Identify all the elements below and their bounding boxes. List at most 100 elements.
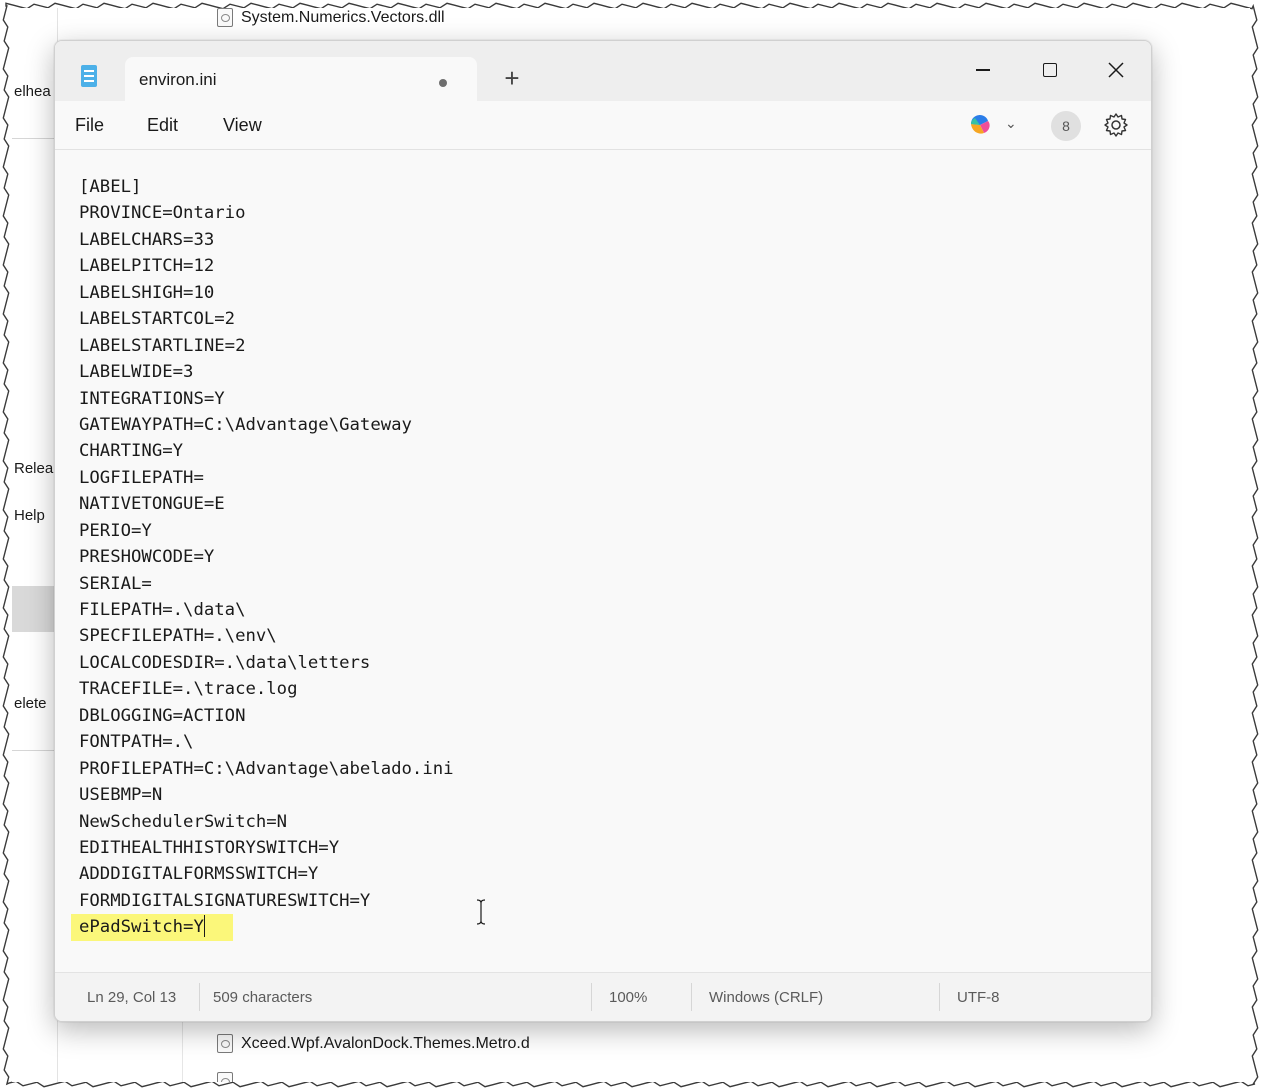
editor-line[interactable]: FONTPATH=.\ <box>79 729 454 755</box>
editor-line[interactable]: GATEWAYPATH=C:\Advantage\Gateway <box>79 412 454 438</box>
editor-line[interactable]: LABELCHARS=33 <box>79 227 454 253</box>
maximize-button[interactable] <box>1027 49 1073 91</box>
zoom-level[interactable]: 100% <box>609 989 647 1006</box>
line-text: SERIAL= <box>79 573 152 594</box>
line-text: [ABEL] <box>79 177 142 197</box>
editor-line[interactable]: NewSchedulerSwitch=N <box>79 809 454 835</box>
editor-line[interactable]: LABELSTARTCOL=2 <box>79 306 454 332</box>
dll-file-icon <box>217 1072 233 1082</box>
file-row[interactable] <box>217 1072 233 1082</box>
copilot-icon[interactable] <box>967 113 993 135</box>
close-button[interactable] <box>1093 49 1139 91</box>
line-text: NATIVETONGUE=E <box>79 494 225 515</box>
minimize-icon <box>976 69 990 71</box>
line-text: NewSchedulerSwitch=N <box>79 811 288 832</box>
editor-line[interactable]: EDITHEALTHHISTORYSWITCH=Y <box>79 835 454 861</box>
file-name: System.Numerics.Vectors.dll <box>241 8 445 26</box>
menu-bar: File Edit View ⌄ 8 <box>55 101 1151 150</box>
chevron-down-icon[interactable]: ⌄ <box>1005 115 1017 132</box>
encoding[interactable]: UTF-8 <box>957 989 1000 1006</box>
minimize-button[interactable] <box>959 49 1005 91</box>
editor-line[interactable]: LABELSTARTLINE=2 <box>79 333 454 359</box>
dll-file-icon <box>217 8 233 27</box>
settings-gear-icon[interactable] <box>1103 112 1129 138</box>
line-text: INTEGRATIONS=Y <box>79 388 225 409</box>
editor-line[interactable]: [ABEL] <box>79 174 454 200</box>
highlighted-line: ePadSwitch=Y <box>71 914 234 941</box>
status-separator <box>591 983 592 1011</box>
close-icon <box>1108 62 1124 78</box>
status-separator <box>691 983 692 1011</box>
line-text: LABELSTARTLINE=2 <box>79 335 246 356</box>
line-text: CHARTING=Y <box>79 441 184 462</box>
line-text: DBLOGGING=ACTION <box>79 705 246 726</box>
cursor-position[interactable]: Ln 29, Col 13 <box>87 989 176 1006</box>
line-text: USEBMP=N <box>79 785 163 806</box>
line-text: PROVINCE=Ontario <box>79 203 246 224</box>
text-editor[interactable]: [ABEL] PROVINCE=Ontario LABELCHARS=33 LABEL… <box>55 150 1151 973</box>
line-text: FORMDIGITALSIGNATURESWITCH=Y <box>79 890 371 911</box>
editor-line[interactable]: ADDDIGITALFORMSSWITCH=Y <box>79 861 454 887</box>
dll-file-icon <box>217 1034 233 1053</box>
editor-line[interactable]: PERIO=Y <box>79 518 454 544</box>
tab-title: environ.ini <box>139 70 217 89</box>
editor-line[interactable]: LABELSHIGH=10 <box>79 280 454 306</box>
editor-line[interactable]: ePadSwitch=Y <box>71 914 454 941</box>
file-row[interactable]: Xceed.Wpf.AvalonDock.Themes.Metro.d <box>217 1034 530 1053</box>
line-text: PERIO=Y <box>79 520 152 541</box>
line-text: LABELSHIGH=10 <box>79 282 215 303</box>
editor-line[interactable]: SERIAL= <box>79 571 454 597</box>
nav-label[interactable]: Help <box>14 507 45 524</box>
line-text: GATEWAYPATH=C:\Advantage\Gateway <box>79 414 412 435</box>
editor-line[interactable]: LOCALCODESDIR=.\data\letters <box>79 650 454 676</box>
menu-file[interactable]: File <box>75 115 104 136</box>
editor-line[interactable]: USEBMP=N <box>79 782 454 808</box>
editor-line[interactable]: FORMDIGITALSIGNATURESWITCH=Y <box>79 888 454 914</box>
menu-view[interactable]: View <box>223 115 262 136</box>
menu-edit[interactable]: Edit <box>147 115 178 136</box>
editor-line[interactable]: FILEPATH=.\data\ <box>79 597 454 623</box>
new-tab-button[interactable]: + <box>495 61 529 95</box>
divider <box>12 138 57 139</box>
nav-selected-item[interactable] <box>12 586 57 632</box>
line-text: SPECFILEPATH=.\env\ <box>79 626 277 647</box>
editor-content[interactable]: [ABEL] PROVINCE=Ontario LABELCHARS=33 LABEL… <box>71 174 454 941</box>
nav-label[interactable]: Relea <box>14 460 53 477</box>
line-text: FONTPATH=.\ <box>79 732 194 753</box>
editor-line[interactable]: LABELWIDE=3 <box>79 359 454 385</box>
notepad-app-icon <box>81 65 97 87</box>
tab-environ-ini[interactable]: environ.ini <box>125 57 477 103</box>
character-count: 509 characters <box>213 989 313 1006</box>
line-text: ADDDIGITALFORMSSWITCH=Y <box>79 864 319 885</box>
editor-line[interactable]: DBLOGGING=ACTION <box>79 703 454 729</box>
line-text: PROFILEPATH=C:\Advantage\abelado.ini <box>79 758 454 779</box>
editor-line[interactable]: LOGFILEPATH= <box>79 465 454 491</box>
nav-label[interactable]: elete <box>14 695 47 712</box>
unsaved-dot-icon[interactable] <box>439 79 447 87</box>
status-separator <box>939 983 940 1011</box>
explorer-nav-pane: elhea Relea Help elete <box>12 8 58 1082</box>
editor-line[interactable]: TRACEFILE=.\trace.log <box>79 676 454 702</box>
line-text: LABELWIDE=3 <box>79 362 194 383</box>
file-name: Xceed.Wpf.AvalonDock.Themes.Metro.d <box>241 1034 530 1052</box>
line-ending[interactable]: Windows (CRLF) <box>709 989 823 1006</box>
account-icon[interactable]: 8 <box>1051 111 1081 141</box>
editor-line[interactable]: LABELPITCH=12 <box>79 253 454 279</box>
file-row[interactable]: System.Numerics.Vectors.dll <box>217 8 445 27</box>
title-bar[interactable]: environ.ini + <box>55 41 1151 103</box>
editor-line[interactable]: INTEGRATIONS=Y <box>79 386 454 412</box>
line-text: EDITHEALTHHISTORYSWITCH=Y <box>79 837 340 858</box>
divider <box>12 750 57 751</box>
nav-label[interactable]: elhea <box>14 83 51 100</box>
editor-line[interactable]: PRESHOWCODE=Y <box>79 544 454 570</box>
line-text: LABELCHARS=33 <box>79 229 215 250</box>
editor-line[interactable]: NATIVETONGUE=E <box>79 491 454 517</box>
editor-line[interactable]: CHARTING=Y <box>79 438 454 464</box>
editor-line[interactable]: PROVINCE=Ontario <box>79 200 454 226</box>
line-text: ePadSwitch=Y <box>79 917 204 938</box>
maximize-icon <box>1043 63 1057 77</box>
text-caret <box>203 915 206 938</box>
editor-line[interactable]: SPECFILEPATH=.\env\ <box>79 623 454 649</box>
editor-line[interactable]: PROFILEPATH=C:\Advantage\abelado.ini <box>79 756 454 782</box>
line-text: PRESHOWCODE=Y <box>79 547 215 568</box>
